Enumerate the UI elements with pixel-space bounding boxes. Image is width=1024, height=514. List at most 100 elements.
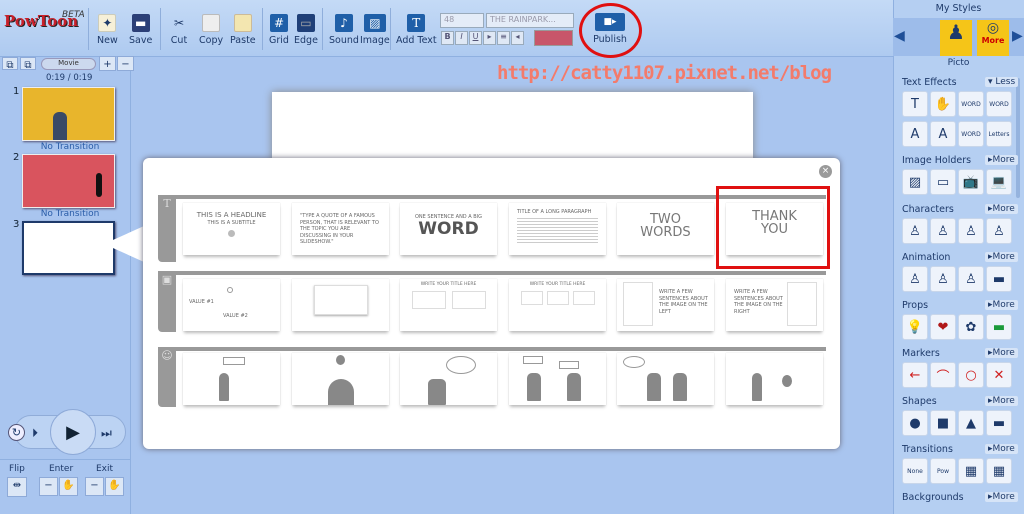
- skip-end-button[interactable]: ⏭: [101, 426, 112, 441]
- characters-tile[interactable]: ♙: [902, 218, 928, 244]
- template-character-speech[interactable]: [183, 353, 280, 405]
- section-markers-toggle[interactable]: ▸More: [985, 348, 1018, 358]
- template-image-left[interactable]: WRITE A FEW SENTENCES ABOUT THE IMAGE ON…: [617, 279, 714, 331]
- play-button[interactable]: ▶: [50, 409, 96, 455]
- section-characters-toggle[interactable]: ▸More: [985, 204, 1018, 214]
- template-image-right[interactable]: WRITE A FEW SENTENCES ABOUT THE IMAGE ON…: [726, 279, 823, 331]
- enter-none-button[interactable]: −: [39, 477, 58, 496]
- animation-tile[interactable]: ▬: [986, 266, 1012, 292]
- props-tile[interactable]: ✿: [958, 314, 984, 340]
- loop-icon[interactable]: ↻: [8, 424, 25, 441]
- text-effects-tile[interactable]: WORD: [986, 91, 1012, 117]
- animation-tile[interactable]: ♙: [930, 266, 956, 292]
- text-effects-tile[interactable]: ✋: [930, 91, 956, 117]
- template-two-characters-talk[interactable]: [509, 353, 606, 405]
- shapes-tile[interactable]: ■: [930, 410, 956, 436]
- section-image-holders-toggle[interactable]: ▸More: [985, 155, 1018, 165]
- characters-tile[interactable]: ♙: [986, 218, 1012, 244]
- shapes-tile[interactable]: ▬: [986, 410, 1012, 436]
- cut-button[interactable]: ✂ Cut: [170, 14, 188, 46]
- template-character-thought[interactable]: [400, 353, 497, 405]
- transitions-tile[interactable]: ▦: [986, 458, 1012, 484]
- transitions-tile[interactable]: ▦: [958, 458, 984, 484]
- picto-style-thumb[interactable]: ♟: [940, 20, 972, 56]
- text-effects-tile[interactable]: A: [902, 121, 928, 147]
- remove-slide-button[interactable]: −: [117, 56, 134, 71]
- close-button[interactable]: ×: [819, 165, 832, 178]
- section-props-toggle[interactable]: ▸More: [985, 300, 1018, 310]
- underline-button[interactable]: U: [469, 31, 482, 45]
- transitions-tile[interactable]: Pow: [930, 458, 956, 484]
- align-center-button[interactable]: ≡: [497, 31, 510, 45]
- transitions-tile[interactable]: None: [902, 458, 928, 484]
- template-headline[interactable]: THIS IS A HEADLINE THIS IS A SUBTITLE: [183, 203, 280, 255]
- paste-button[interactable]: Paste: [230, 14, 256, 46]
- section-shapes-toggle[interactable]: ▸More: [985, 396, 1018, 406]
- image-holders-tile[interactable]: 📺: [958, 169, 984, 195]
- text-effects-tile[interactable]: WORD: [958, 91, 984, 117]
- transition-label[interactable]: No Transition: [20, 209, 120, 219]
- enter-hand-button[interactable]: ✋: [59, 477, 78, 496]
- slide-thumbnail-1[interactable]: [22, 87, 115, 141]
- template-three-images[interactable]: WRITE YOUR TITLE HERE: [509, 279, 606, 331]
- view-toggle-1[interactable]: ⧉: [2, 57, 18, 71]
- template-two-words[interactable]: TWO WORDS: [617, 203, 714, 255]
- animation-tile[interactable]: ♙: [958, 266, 984, 292]
- sound-button[interactable]: ♪ Sound: [329, 14, 359, 46]
- template-big-word[interactable]: ONE SENTENCE AND A BIG WORD: [400, 203, 497, 255]
- slide-thumbnail-3[interactable]: [22, 221, 115, 275]
- copy-button[interactable]: Copy: [199, 14, 223, 46]
- section-animation-toggle[interactable]: ▸More: [985, 252, 1018, 262]
- carousel-left-arrow[interactable]: ◀: [894, 28, 905, 44]
- exit-hand-button[interactable]: ✋: [105, 477, 124, 496]
- step-back-button[interactable]: ⏵: [32, 426, 38, 441]
- shapes-tile[interactable]: ▲: [958, 410, 984, 436]
- animation-tile[interactable]: ♙: [902, 266, 928, 292]
- template-paragraph[interactable]: TITLE OF A LONG PARAGRAPH: [509, 203, 606, 255]
- shapes-tile[interactable]: ●: [902, 410, 928, 436]
- template-single-image[interactable]: [292, 279, 389, 331]
- template-two-characters-think[interactable]: [617, 353, 714, 405]
- markers-tile[interactable]: ⌒: [930, 362, 956, 388]
- new-button[interactable]: ✦ New: [97, 14, 118, 46]
- section-backgrounds-toggle[interactable]: ▸More: [985, 492, 1018, 502]
- section-transitions-toggle[interactable]: ▸More: [985, 444, 1018, 454]
- text-effects-tile[interactable]: WORD: [958, 121, 984, 147]
- exit-none-button[interactable]: −: [85, 477, 104, 496]
- movie-toggle[interactable]: Movie: [41, 58, 96, 70]
- characters-tile[interactable]: ♙: [930, 218, 956, 244]
- image-holders-tile[interactable]: ▭: [930, 169, 956, 195]
- text-effects-tile[interactable]: A: [930, 121, 956, 147]
- panel-scrollbar[interactable]: [1016, 78, 1020, 198]
- slide-thumbnail-2[interactable]: [22, 154, 115, 208]
- props-tile[interactable]: 💡: [902, 314, 928, 340]
- props-tile[interactable]: ❤: [930, 314, 956, 340]
- flip-button[interactable]: ⇹: [7, 477, 27, 497]
- characters-tile[interactable]: ♙: [958, 218, 984, 244]
- image-holders-tile[interactable]: 💻: [986, 169, 1012, 195]
- text-color-picker[interactable]: [534, 30, 573, 46]
- align-left-button[interactable]: ▸: [483, 31, 496, 45]
- props-tile[interactable]: ▬: [986, 314, 1012, 340]
- add-slide-button[interactable]: +: [99, 56, 116, 71]
- edge-button[interactable]: ▭ Edge: [294, 14, 318, 46]
- carousel-right-arrow[interactable]: ▶: [1012, 28, 1023, 44]
- font-size-select[interactable]: 48: [440, 13, 484, 28]
- grid-button[interactable]: # Grid: [269, 14, 289, 46]
- markers-tile[interactable]: ✕: [986, 362, 1012, 388]
- template-two-images[interactable]: WRITE YOUR TITLE HERE: [400, 279, 497, 331]
- markers-tile[interactable]: ←: [902, 362, 928, 388]
- font-family-select[interactable]: THE RAINPARK...: [486, 13, 574, 28]
- template-values[interactable]: VALUE #1 VALUE #2: [183, 279, 280, 331]
- image-holders-tile[interactable]: ▨: [902, 169, 928, 195]
- template-quote[interactable]: "TYPE A QUOTE OF A FAMOUS PERSON, THAT I…: [292, 203, 389, 255]
- text-effects-tile[interactable]: T: [902, 91, 928, 117]
- template-character-bulb[interactable]: [726, 353, 823, 405]
- bold-button[interactable]: B: [441, 31, 454, 45]
- add-text-button[interactable]: T Add Text: [396, 14, 437, 46]
- transition-label[interactable]: No Transition: [20, 142, 120, 152]
- align-right-button[interactable]: ◂: [511, 31, 524, 45]
- markers-tile[interactable]: ○: [958, 362, 984, 388]
- more-styles-button[interactable]: ◎ More: [977, 20, 1009, 56]
- template-character-idea[interactable]: [292, 353, 389, 405]
